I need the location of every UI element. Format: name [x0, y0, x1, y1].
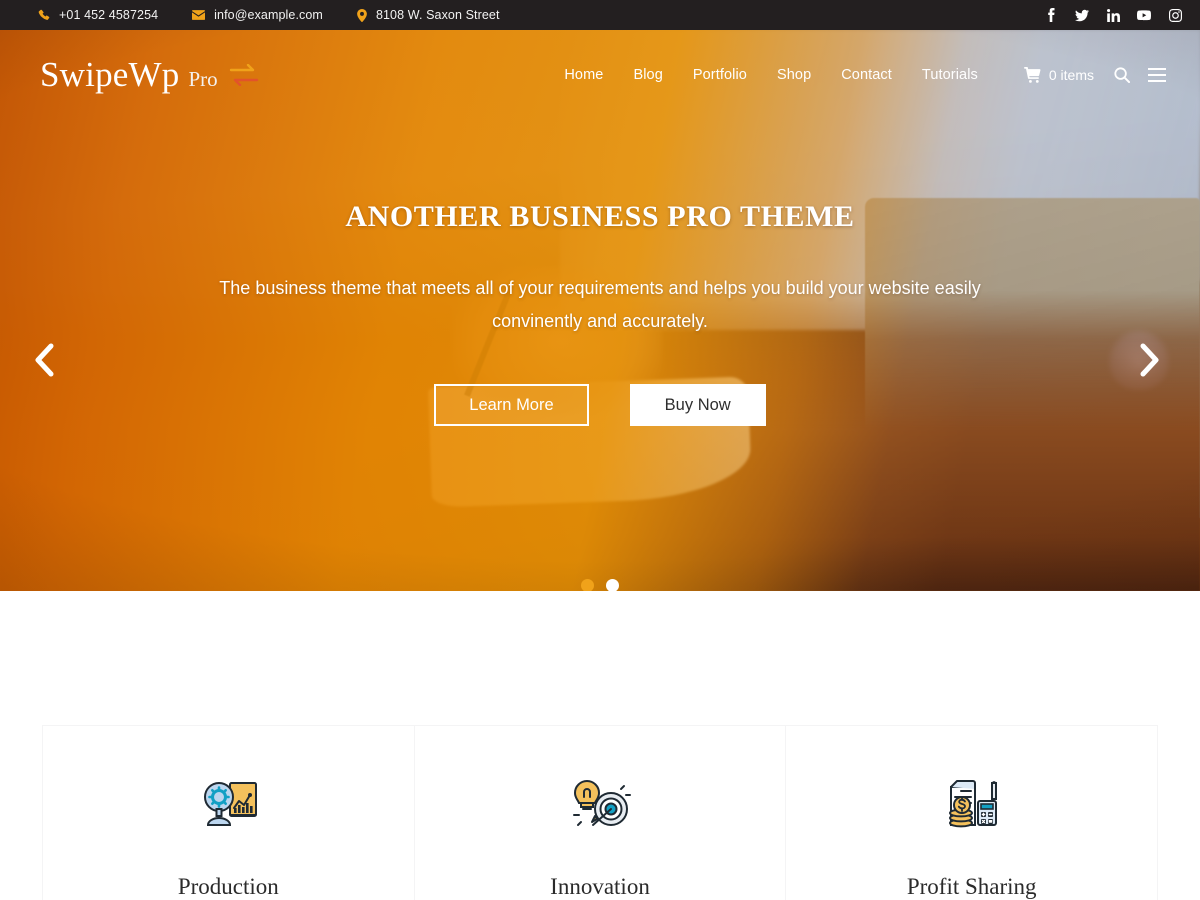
hero-title: ANOTHER BUSINESS PRO THEME: [345, 200, 855, 233]
twitter-icon[interactable]: [1075, 8, 1089, 22]
hamburger-menu-icon[interactable]: [1148, 68, 1166, 82]
site-logo[interactable]: SwipeWp Pro: [40, 55, 259, 95]
topbar-email[interactable]: info@example.com: [192, 8, 323, 22]
hero-slider: SwipeWp Pro Home Blog Portfolio Shop Con…: [0, 30, 1200, 591]
slider-pagination: [0, 579, 1200, 591]
logo-primary-text: SwipeWp: [40, 55, 180, 94]
nav-item-tutorials[interactable]: Tutorials: [922, 67, 978, 83]
cart-item-count: 0 items: [1048, 67, 1094, 83]
envelope-icon: [192, 10, 206, 20]
youtube-icon[interactable]: [1137, 8, 1151, 22]
nav-item-shop[interactable]: Shop: [777, 67, 811, 83]
feature-card-innovation: Innovation Muffin fruitcake apple pie ju…: [414, 725, 787, 900]
topbar-social-links: [1044, 8, 1182, 22]
feature-title: Production: [177, 874, 279, 899]
header-tools: 0 items: [1023, 67, 1166, 83]
nav-item-blog[interactable]: Blog: [633, 67, 662, 83]
linkedin-icon[interactable]: [1106, 8, 1120, 22]
nav-item-home[interactable]: Home: [564, 67, 603, 83]
nav-item-portfolio[interactable]: Portfolio: [693, 67, 747, 83]
feature-title: Innovation: [550, 874, 650, 899]
swap-arrows-icon: [229, 64, 259, 86]
topbar-phone-text: +01 452 4587254: [59, 8, 159, 22]
features-row: Production Muffin fruitcake apple pie ju…: [42, 725, 1159, 900]
instagram-icon[interactable]: [1168, 8, 1182, 22]
profit-sharing-coins-calculator-icon: [822, 770, 1121, 840]
map-marker-icon: [357, 8, 367, 22]
feature-card-profit-sharing: Profit Sharing Muffin fruitcake apple pi…: [786, 725, 1159, 900]
cart-button[interactable]: 0 items: [1023, 67, 1094, 83]
topbar-phone[interactable]: +01 452 4587254: [38, 8, 158, 22]
topbar-contacts: +01 452 4587254 info@example.com 8108 W.…: [38, 8, 534, 22]
logo-secondary-text: Pro: [188, 67, 218, 91]
learn-more-button[interactable]: Learn More: [434, 384, 589, 426]
main-navigation: Home Blog Portfolio Shop Contact Tutoria…: [564, 67, 978, 83]
top-contact-bar: +01 452 4587254 info@example.com 8108 W.…: [0, 0, 1200, 30]
hero-cta-group: Learn More Buy Now: [434, 384, 766, 426]
phone-icon: [38, 9, 50, 21]
slider-dot-2[interactable]: [606, 579, 619, 591]
production-gear-chart-icon: [79, 770, 378, 840]
buy-now-button[interactable]: Buy Now: [629, 384, 766, 426]
topbar-email-text: info@example.com: [214, 8, 323, 22]
shopping-cart-icon: [1023, 67, 1041, 83]
slider-dot-1[interactable]: [581, 579, 594, 591]
feature-title: Profit Sharing: [906, 874, 1037, 899]
site-header: SwipeWp Pro Home Blog Portfolio Shop Con…: [0, 30, 1200, 120]
facebook-icon[interactable]: [1044, 8, 1058, 22]
nav-item-contact[interactable]: Contact: [841, 67, 892, 83]
chevron-right-icon[interactable]: [1128, 338, 1172, 382]
features-section: Production Muffin fruitcake apple pie ju…: [0, 591, 1200, 900]
chevron-left-icon[interactable]: [22, 338, 66, 382]
topbar-address[interactable]: 8108 W. Saxon Street: [357, 8, 500, 22]
innovation-bulb-target-icon: [451, 770, 750, 840]
hero-subtitle: The business theme that meets all of you…: [219, 278, 981, 331]
feature-card-production: Production Muffin fruitcake apple pie ju…: [42, 725, 415, 900]
topbar-address-text: 8108 W. Saxon Street: [375, 8, 500, 22]
search-icon[interactable]: [1114, 67, 1130, 83]
